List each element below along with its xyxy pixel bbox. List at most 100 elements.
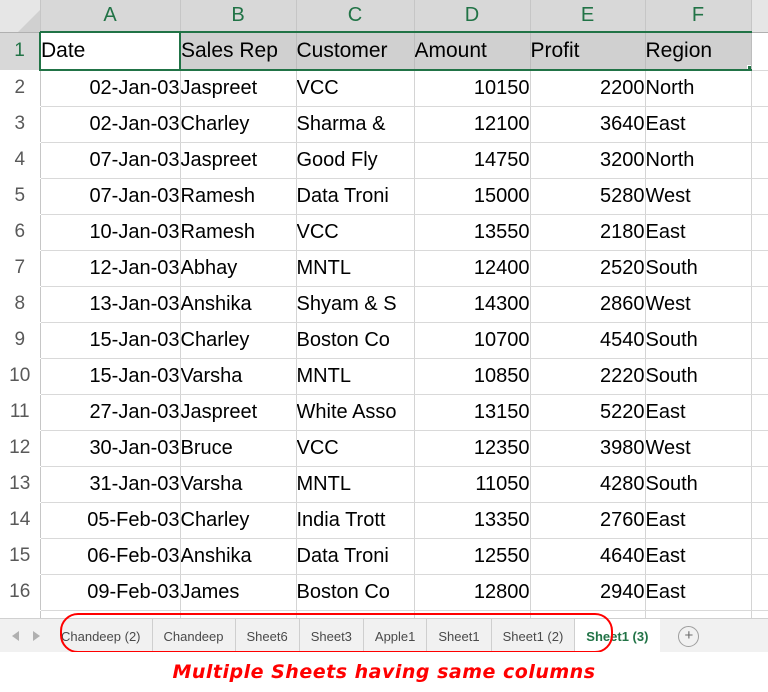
cell-date[interactable]: 07-Jan-03	[40, 142, 180, 178]
cell-profit[interactable]: 4640	[530, 538, 645, 574]
cell-customer[interactable]: White Asso	[296, 394, 414, 430]
cell-amount[interactable]: 10100	[414, 610, 530, 618]
cell-customer[interactable]: Data Troni	[296, 178, 414, 214]
table-row[interactable]: 1331-Jan-03VarshaMNTL110504280South	[0, 466, 768, 502]
cell-profit[interactable]: 2860	[530, 286, 645, 322]
cell-customer[interactable]: Boston Co	[296, 322, 414, 358]
table-row[interactable]: 507-Jan-03RameshData Troni150005280West	[0, 178, 768, 214]
cell-profit[interactable]: 2760	[530, 502, 645, 538]
column-header-b[interactable]: B	[180, 0, 296, 32]
table-row[interactable]: 610-Jan-03RameshVCC135502180East	[0, 214, 768, 250]
worksheet-grid[interactable]: A B C D E F 1DateSales RepCustomerAmount…	[0, 0, 768, 618]
table-row[interactable]: 915-Jan-03CharleyBoston Co107004540South	[0, 322, 768, 358]
cell-amount[interactable]: 10850	[414, 358, 530, 394]
header-cell-d[interactable]: Amount	[414, 32, 530, 70]
cell-amount[interactable]: 13550	[414, 214, 530, 250]
table-row-header[interactable]: 1DateSales RepCustomerAmountProfitRegion	[0, 32, 768, 70]
sheet-nav-arrows[interactable]	[0, 619, 50, 653]
row-header-12[interactable]: 12	[0, 430, 40, 466]
row-header-5[interactable]: 5	[0, 178, 40, 214]
cell-customer[interactable]: MNTL	[296, 610, 414, 618]
cell-customer[interactable]: Boston Co	[296, 574, 414, 610]
cell-date[interactable]: 31-Jan-03	[40, 466, 180, 502]
cell-amount[interactable]: 13150	[414, 394, 530, 430]
cell-profit[interactable]: 3200	[530, 142, 645, 178]
cell-region[interactable]: West	[645, 430, 751, 466]
column-header-a[interactable]: A	[40, 0, 180, 32]
cell-sales-rep[interactable]: Bruce	[180, 430, 296, 466]
cell-sales-rep[interactable]: Abhay	[180, 250, 296, 286]
cell-region[interactable]: East	[645, 394, 751, 430]
cell-amount[interactable]: 10150	[414, 70, 530, 106]
cell-region[interactable]: South	[645, 250, 751, 286]
cell-amount[interactable]: 14750	[414, 142, 530, 178]
cell-profit[interactable]: 2200	[530, 70, 645, 106]
cell-region[interactable]: East	[645, 214, 751, 250]
cell-date[interactable]: 09-Feb-03	[40, 574, 180, 610]
cell-region[interactable]: South	[645, 358, 751, 394]
row-header-1[interactable]: 1	[0, 32, 40, 70]
cell-region[interactable]: West	[645, 178, 751, 214]
column-header-d[interactable]: D	[414, 0, 530, 32]
cell-customer[interactable]: MNTL	[296, 466, 414, 502]
table-row[interactable]: 1015-Jan-03VarshaMNTL108502220South	[0, 358, 768, 394]
cell-amount[interactable]: 12350	[414, 430, 530, 466]
column-header-e[interactable]: E	[530, 0, 645, 32]
table-row[interactable]: 407-Jan-03JaspreetGood Fly147503200North	[0, 142, 768, 178]
cell-customer[interactable]: Good Fly	[296, 142, 414, 178]
cell-profit[interactable]: 2220	[530, 358, 645, 394]
cell-profit[interactable]: 5280	[530, 178, 645, 214]
cell-date[interactable]: 15-Jan-03	[40, 322, 180, 358]
sheet-tab[interactable]: Sheet6	[236, 619, 300, 653]
nav-right-icon[interactable]	[33, 631, 40, 641]
table-row[interactable]: 1506-Feb-03AnshikaData Troni125504640Eas…	[0, 538, 768, 574]
cell-sales-rep[interactable]: Charley	[180, 106, 296, 142]
cell-profit[interactable]: 2700	[530, 610, 645, 618]
sheet-tab[interactable]: Apple1	[364, 619, 427, 653]
row-header-9[interactable]: 9	[0, 322, 40, 358]
table-row[interactable]: 813-Jan-03AnshikaShyam & S143002860West	[0, 286, 768, 322]
cell-date[interactable]: 13-Jan-03	[40, 286, 180, 322]
cell-customer[interactable]: Shyam & S	[296, 286, 414, 322]
cell-region[interactable]: West	[645, 286, 751, 322]
row-header-7[interactable]: 7	[0, 250, 40, 286]
row-header-17[interactable]: 17	[0, 610, 40, 618]
cell-sales-rep[interactable]: Charley	[180, 610, 296, 618]
cell-sales-rep[interactable]: Jaspreet	[180, 142, 296, 178]
cell-date[interactable]: 30-Jan-03	[40, 430, 180, 466]
cell-region[interactable]: East	[645, 574, 751, 610]
cell-date[interactable]: 10-Feb-03	[40, 610, 180, 618]
header-cell-e[interactable]: Profit	[530, 32, 645, 70]
table-row[interactable]: 202-Jan-03JaspreetVCC101502200North	[0, 70, 768, 106]
row-header-4[interactable]: 4	[0, 142, 40, 178]
row-header-2[interactable]: 2	[0, 70, 40, 106]
fill-handle[interactable]	[747, 65, 752, 70]
cell-sales-rep[interactable]: Varsha	[180, 358, 296, 394]
sheet-tab-bar[interactable]: Chandeep (2)ChandeepSheet6Sheet3Apple1Sh…	[0, 618, 768, 653]
cell-amount[interactable]: 12550	[414, 538, 530, 574]
sheet-tab[interactable]: Chandeep (2)	[50, 619, 153, 653]
cell-sales-rep[interactable]: Anshika	[180, 538, 296, 574]
cell-sales-rep[interactable]: Varsha	[180, 466, 296, 502]
row-header-13[interactable]: 13	[0, 466, 40, 502]
cell-customer[interactable]: VCC	[296, 430, 414, 466]
cell-profit[interactable]: 2940	[530, 574, 645, 610]
cell-profit[interactable]: 3640	[530, 106, 645, 142]
cell-sales-rep[interactable]: Ramesh	[180, 178, 296, 214]
select-all-corner[interactable]	[0, 0, 40, 32]
cell-date[interactable]: 02-Jan-03	[40, 106, 180, 142]
row-header-15[interactable]: 15	[0, 538, 40, 574]
table-row[interactable]: 1230-Jan-03BruceVCC123503980West	[0, 430, 768, 466]
cell-amount[interactable]: 15000	[414, 178, 530, 214]
cell-sales-rep[interactable]: Ramesh	[180, 214, 296, 250]
cell-sales-rep[interactable]: James	[180, 574, 296, 610]
cell-date[interactable]: 10-Jan-03	[40, 214, 180, 250]
sheet-tab[interactable]: Sheet3	[300, 619, 364, 653]
column-header-f[interactable]: F	[645, 0, 751, 32]
cell-customer[interactable]: VCC	[296, 214, 414, 250]
cell-customer[interactable]: Sharma &	[296, 106, 414, 142]
cell-profit[interactable]: 5220	[530, 394, 645, 430]
cell-customer[interactable]: Data Troni	[296, 538, 414, 574]
cell-region[interactable]: West	[645, 610, 751, 618]
cell-sales-rep[interactable]: Charley	[180, 322, 296, 358]
